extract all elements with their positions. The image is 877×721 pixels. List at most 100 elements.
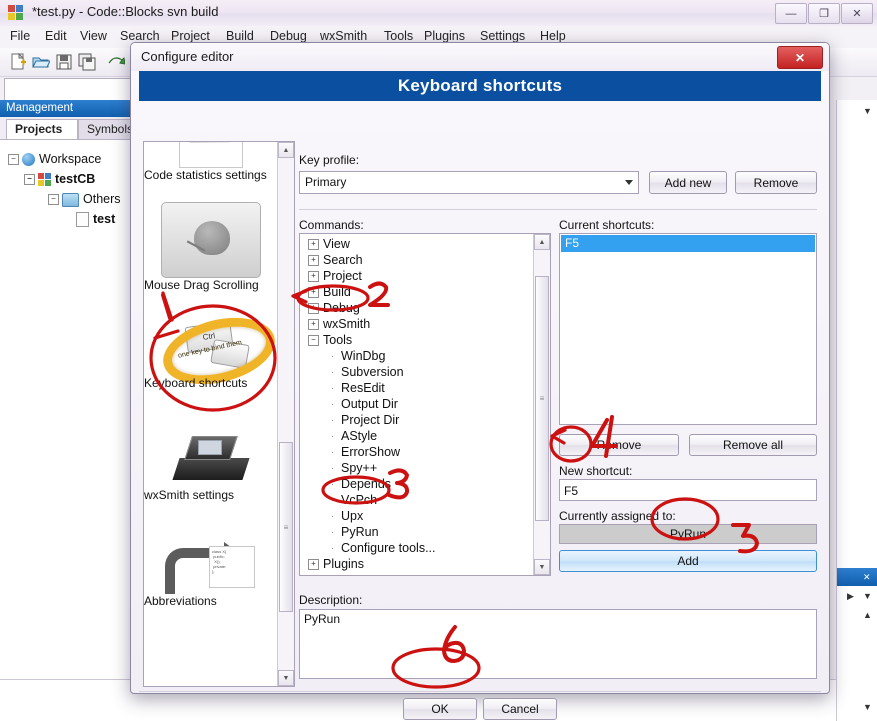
save-all-icon[interactable] (78, 53, 96, 71)
remove-all-shortcuts-button[interactable]: Remove all (689, 434, 817, 456)
commands-tree-node-upx[interactable]: · Upx (328, 509, 363, 523)
menu-build[interactable]: Build (226, 29, 254, 43)
dialog-close-button[interactable]: ✕ (777, 46, 823, 69)
commands-tree-scrollbar[interactable]: ▲ ≡ ▼ (533, 234, 550, 575)
commands-tree-node-project[interactable]: + Project (308, 269, 362, 283)
menu-help[interactable]: Help (540, 29, 566, 43)
commands-tree-node-debug[interactable]: + Debug (308, 301, 360, 315)
right-dock-active-tab[interactable]: ✕ (837, 568, 877, 586)
expander-icon[interactable]: − (24, 174, 35, 186)
icon-list-scrollbar[interactable]: ▲ ≡ ▼ (277, 142, 294, 686)
scroll-down-icon[interactable]: ▼ (278, 670, 294, 686)
expander-icon[interactable]: + (308, 239, 319, 251)
minimize-button[interactable]: — (775, 3, 807, 24)
new-file-icon[interactable] (10, 53, 28, 71)
menu-plugins[interactable]: Plugins (424, 29, 465, 43)
commands-tree-node-output-dir[interactable]: · Output Dir (328, 397, 398, 411)
current-shortcuts-list[interactable]: F5 (559, 233, 817, 425)
description-textarea[interactable]: PyRun (299, 609, 817, 679)
expander-icon[interactable]: + (308, 287, 319, 299)
cancel-button[interactable]: Cancel (483, 698, 557, 720)
icon-list-item-keyboard-shortcuts[interactable]: Ctrl one key to bind them Keyboard short… (144, 307, 278, 395)
commands-tree-node-windbg[interactable]: · WinDbg (328, 349, 386, 363)
menu-wxsmith[interactable]: wxSmith (320, 29, 367, 43)
commands-tree-node-view[interactable]: + View (308, 237, 350, 251)
node-label: WinDbg (341, 349, 386, 363)
menu-search[interactable]: Search (120, 29, 160, 43)
scroll-up-icon[interactable]: ▲ (534, 234, 550, 250)
chevron-down-icon[interactable] (625, 180, 633, 185)
current-shortcut-item-f5[interactable]: F5 (561, 235, 815, 252)
commands-tree-node-vcpch[interactable]: · VcPch (328, 493, 377, 507)
menu-settings[interactable]: Settings (480, 29, 525, 43)
tree-item-testcb[interactable]: − testCB (24, 172, 96, 187)
remove-profile-button[interactable]: Remove (735, 171, 817, 194)
commands-tree-node-subversion[interactable]: · Subversion (328, 365, 404, 379)
expander-icon[interactable]: − (48, 194, 59, 206)
add-shortcut-button[interactable]: Add (559, 550, 817, 572)
expander-icon[interactable]: − (308, 335, 319, 347)
scrollbar-thumb[interactable]: ≡ (279, 442, 293, 612)
settings-icon-list-inner: Code statistics settings Mouse Drag Scro… (144, 142, 278, 686)
settings-icon-list[interactable]: Code statistics settings Mouse Drag Scro… (143, 141, 295, 687)
add-new-profile-button[interactable]: Add new (649, 171, 727, 194)
menu-tools[interactable]: Tools (384, 29, 413, 43)
commands-tree-node-errorshow[interactable]: · ErrorShow (328, 445, 400, 459)
right-dock-scroll-area: ▲ ▼ (837, 606, 877, 721)
commands-tree-node-resedit[interactable]: · ResEdit (328, 381, 385, 395)
menu-view[interactable]: View (80, 29, 107, 43)
commands-tree-node-depends[interactable]: · Depends (328, 477, 391, 491)
current-shortcuts-label: Current shortcuts: (559, 218, 655, 232)
expander-icon[interactable]: + (308, 255, 319, 267)
expander-icon[interactable]: − (8, 154, 19, 166)
commands-tree-node-project-dir[interactable]: · Project Dir (328, 413, 400, 427)
undo-icon[interactable] (107, 53, 125, 71)
tree-item-label: testCB (55, 172, 96, 186)
key-profile-combobox[interactable]: Primary (299, 171, 639, 194)
expander-icon[interactable]: + (308, 303, 319, 315)
tree-item-workspace[interactable]: − Workspace (8, 152, 101, 167)
section-divider (299, 209, 817, 210)
scroll-up-icon[interactable]: ▲ (278, 142, 294, 158)
open-file-icon[interactable] (32, 53, 50, 71)
maximize-button[interactable]: ❐ (808, 3, 840, 24)
commands-tree-node-astyle[interactable]: · AStyle (328, 429, 377, 443)
tree-item-others[interactable]: − Others (48, 192, 121, 207)
icon-list-item-label: Abbreviations (144, 594, 217, 608)
scroll-down-icon[interactable]: ▼ (534, 559, 550, 575)
menu-file[interactable]: File (10, 29, 30, 43)
node-label: PyRun (341, 525, 379, 539)
right-dock-strip: ✕ ▶ ▼ ▲ ▼ ▼ (836, 100, 877, 721)
icon-list-item-code-statistics[interactable]: Code statistics settings (144, 142, 278, 182)
menu-debug[interactable]: Debug (270, 29, 307, 43)
menu-edit[interactable]: Edit (45, 29, 67, 43)
scrollbar-thumb[interactable]: ≡ (535, 276, 549, 521)
tree-item-test[interactable]: test (76, 212, 115, 228)
right-dock-section-middle (837, 138, 877, 549)
commands-tree-node-wxsmith[interactable]: + wxSmith (308, 317, 370, 331)
expander-icon[interactable]: + (308, 271, 319, 283)
commands-tree-node-tools[interactable]: − Tools (308, 333, 352, 347)
icon-list-item-abbreviations[interactable]: class X{ public: X(); private:}; Abbrevi… (144, 542, 278, 608)
save-icon[interactable] (55, 53, 73, 71)
icon-list-item-mouse-drag-scrolling[interactable]: Mouse Drag Scrolling (144, 202, 278, 292)
menu-project[interactable]: Project (171, 29, 210, 43)
expander-icon[interactable]: + (308, 559, 319, 571)
icon-list-item-wxsmith-settings[interactable]: wxSmith settings (144, 432, 278, 502)
commands-tree-node-build[interactable]: + Build (308, 285, 351, 299)
commands-tree-node-spypp[interactable]: · Spy++ (328, 461, 377, 475)
tab-projects[interactable]: Projects (6, 119, 78, 139)
commands-tree-node-pyrun[interactable]: · PyRun (328, 525, 379, 539)
commands-tree-node-configure-tools[interactable]: · Configure tools... (328, 541, 436, 555)
expander-icon[interactable]: + (308, 319, 319, 331)
commands-tree-node-plugins[interactable]: + Plugins (308, 557, 364, 571)
close-button[interactable]: ✕ (841, 3, 873, 24)
commands-tree-node-search[interactable]: + Search (308, 253, 363, 267)
new-shortcut-input[interactable]: F5 (559, 479, 817, 501)
remove-shortcut-button[interactable]: Remove (559, 434, 679, 456)
commands-tree-body: + View + Search + Project + Build + Debug + wx… (300, 234, 534, 575)
node-label: Upx (341, 509, 364, 523)
leaf-icon: · (330, 479, 335, 491)
ok-button[interactable]: OK (403, 698, 477, 720)
commands-tree[interactable]: + View + Search + Project + Build + Debug + wx… (299, 233, 551, 576)
